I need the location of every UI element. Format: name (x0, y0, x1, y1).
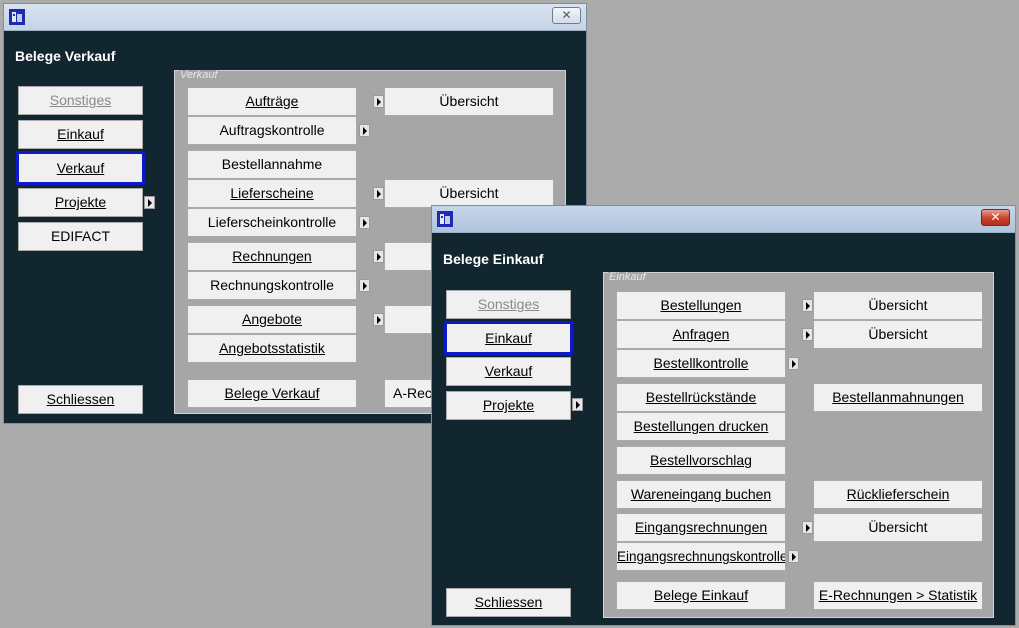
window-title: Belege Einkauf (443, 251, 544, 267)
bestellungen-drucken-button[interactable]: Bestellungen drucken (616, 412, 786, 441)
auftraege-uebersicht-button[interactable]: Übersicht (384, 87, 554, 116)
window-title: Belege Verkauf (15, 48, 116, 64)
nav-projekte-button[interactable]: Projekte (18, 188, 143, 217)
belege-einkauf-button[interactable]: Belege Einkauf (616, 581, 786, 610)
bestellvorschlag-button[interactable]: Bestellvorschlag (616, 446, 786, 475)
close-button[interactable]: Schliessen (446, 588, 571, 617)
nav-einkauf-button[interactable]: Einkauf (444, 321, 573, 355)
submenu-arrow-icon[interactable] (788, 550, 799, 563)
panel-label: Einkauf (608, 271, 647, 283)
submenu-arrow-icon[interactable] (359, 279, 370, 292)
e-rechnungen-statistik-button[interactable]: E-Rechnungen > Statistik (813, 581, 983, 610)
auftragskontrolle-button[interactable]: Auftragskontrolle (187, 116, 357, 145)
belege-verkauf-button[interactable]: Belege Verkauf (187, 379, 357, 408)
lieferscheine-button[interactable]: Lieferscheine (187, 179, 357, 208)
titlebar[interactable]: ✕ (4, 4, 586, 31)
lieferscheine-uebersicht-button[interactable]: Übersicht (384, 179, 554, 208)
submenu-arrow-icon[interactable] (373, 313, 384, 326)
submenu-arrow-icon[interactable] (144, 196, 155, 209)
nav-edifact-button[interactable]: EDIFACT (18, 222, 143, 251)
bestellkontrolle-button[interactable]: Bestellkontrolle (616, 349, 786, 378)
titlebar[interactable]: ✕ (432, 206, 1015, 233)
nav-sonstiges-button[interactable]: Sonstiges (18, 86, 143, 115)
close-button[interactable]: Schliessen (18, 385, 143, 414)
app-icon (437, 211, 453, 227)
submenu-arrow-icon[interactable] (359, 216, 370, 229)
bestellanmahnungen-button[interactable]: Bestellanmahnungen (813, 383, 983, 412)
submenu-arrow-icon[interactable] (373, 187, 384, 200)
submenu-arrow-icon[interactable] (373, 95, 384, 108)
panel-label: Verkauf (179, 69, 219, 81)
close-icon[interactable]: ✕ (552, 7, 581, 24)
nav-projekte-button[interactable]: Projekte (446, 391, 571, 420)
eingangsrechnungen-uebersicht-button[interactable]: Übersicht (813, 513, 983, 542)
ruecklieferschein-button[interactable]: Rücklieferschein (813, 480, 983, 509)
nav-verkauf-button[interactable]: Verkauf (446, 357, 571, 386)
eingangsrechnungen-button[interactable]: Eingangsrechnungen (616, 513, 786, 542)
nav-verkauf-button[interactable]: Verkauf (16, 151, 145, 185)
submenu-arrow-icon[interactable] (788, 357, 799, 370)
nav-sonstiges-button[interactable]: Sonstiges (446, 290, 571, 319)
rechnungen-button[interactable]: Rechnungen (187, 242, 357, 271)
window-belege-einkauf: ✕ Belege Einkauf Sonstiges Einkauf Verka… (431, 205, 1016, 626)
anfragen-uebersicht-button[interactable]: Übersicht (813, 320, 983, 349)
auftraege-button[interactable]: Aufträge (187, 87, 357, 116)
eingangsrechnungskontrolle-button[interactable]: Eingangsrechnungskontrolle (616, 542, 786, 571)
submenu-arrow-icon[interactable] (359, 124, 370, 137)
submenu-arrow-icon[interactable] (802, 521, 813, 534)
angebote-button[interactable]: Angebote (187, 305, 357, 334)
einkauf-panel: Einkauf Bestellungen Übersicht Anfragen … (603, 272, 994, 618)
app-icon (9, 9, 25, 25)
lieferscheinkontrolle-button[interactable]: Lieferscheinkontrolle (187, 208, 357, 237)
anfragen-button[interactable]: Anfragen (616, 320, 786, 349)
wareneingang-buchen-button[interactable]: Wareneingang buchen (616, 480, 786, 509)
bestellrueckstaende-button[interactable]: Bestellrückstände (616, 383, 786, 412)
rechnungskontrolle-button[interactable]: Rechnungskontrolle (187, 271, 357, 300)
submenu-arrow-icon[interactable] (802, 299, 813, 312)
angebotsstatistik-button[interactable]: Angebotsstatistik (187, 334, 357, 363)
submenu-arrow-icon[interactable] (572, 398, 583, 411)
bestellungen-button[interactable]: Bestellungen (616, 291, 786, 320)
submenu-arrow-icon[interactable] (373, 250, 384, 263)
close-icon[interactable]: ✕ (981, 209, 1010, 226)
bestellungen-uebersicht-button[interactable]: Übersicht (813, 291, 983, 320)
desktop: { "verkauf": { "title": "Belege Verkauf"… (0, 0, 1019, 628)
submenu-arrow-icon[interactable] (802, 328, 813, 341)
nav-einkauf-button[interactable]: Einkauf (18, 120, 143, 149)
bestellannahme-button[interactable]: Bestellannahme (187, 150, 357, 179)
